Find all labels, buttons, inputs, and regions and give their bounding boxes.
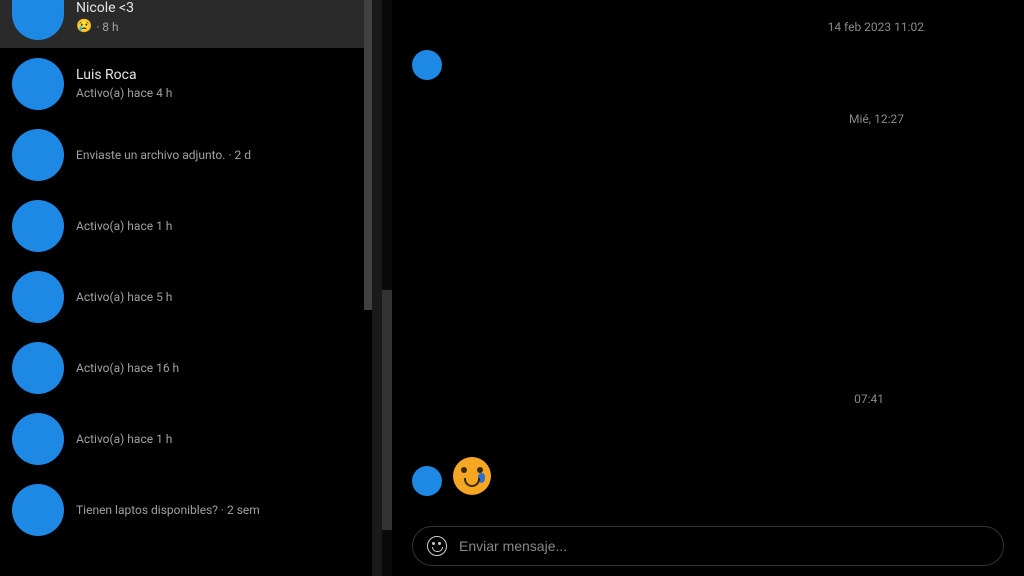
pane-divider [372, 0, 382, 576]
conversation-list-sidebar: Nicole <3 😢 · 8 h Luis Roca Activo(a) ha… [0, 0, 372, 576]
message-input-bar [412, 526, 1004, 566]
conversation-text: Nicole <3 😢 · 8 h [76, 0, 360, 34]
chat-area: 14 feb 2023 11:02 Mié, 12:27 07:41 [382, 0, 1024, 576]
conversation-preview: Enviaste un archivo adjunto. · 2 d [76, 148, 360, 162]
chat-messages: 14 feb 2023 11:02 Mié, 12:27 07:41 [382, 0, 1024, 518]
conversation-preview: Activo(a) hace 1 h [76, 219, 360, 233]
conversation-text: Enviaste un archivo adjunto. · 2 d [76, 148, 360, 162]
message-timestamp: 07:41 [412, 392, 984, 406]
message-timestamp: Mié, 12:27 [412, 112, 984, 126]
conversation-text: Activo(a) hace 5 h [76, 290, 360, 304]
avatar [12, 271, 64, 323]
conversation-name: Nicole <3 [76, 0, 360, 16]
conversation-text: Activo(a) hace 1 h [76, 432, 360, 446]
conversation-preview: Activo(a) hace 16 h [76, 361, 360, 375]
conversation-item[interactable]: Tienen laptos disponibles? · 2 sem [0, 474, 372, 545]
avatar [12, 342, 64, 394]
conversation-text: Tienen laptos disponibles? · 2 sem [76, 503, 360, 517]
conversation-text: Activo(a) hace 16 h [76, 361, 360, 375]
message-timestamp: 14 feb 2023 11:02 [412, 20, 984, 34]
emoji-picker-icon[interactable] [427, 536, 447, 556]
conversation-text: Activo(a) hace 1 h [76, 219, 360, 233]
conversation-name: Luis Roca [76, 67, 360, 83]
conversation-preview: 😢 · 8 h [76, 19, 360, 34]
conversation-preview: Activo(a) hace 5 h [76, 290, 360, 304]
avatar [12, 129, 64, 181]
conversation-item[interactable]: Activo(a) hace 16 h [0, 332, 372, 403]
sidebar-scrollbar[interactable] [364, 0, 372, 310]
message-avatar[interactable] [412, 50, 442, 80]
avatar [12, 484, 64, 536]
sad-emoji-icon: 😢 [76, 19, 92, 34]
message-avatar[interactable] [412, 466, 442, 496]
conversation-text: Luis Roca Activo(a) hace 4 h [76, 67, 360, 100]
message-row [412, 50, 984, 80]
conversation-preview: Activo(a) hace 1 h [76, 432, 360, 446]
conversation-item[interactable]: Enviaste un archivo adjunto. · 2 d [0, 119, 372, 190]
conversation-item[interactable]: Activo(a) hace 1 h [0, 190, 372, 261]
conversation-preview: Activo(a) hace 4 h [76, 86, 360, 100]
message-input[interactable] [459, 538, 989, 554]
avatar [12, 200, 64, 252]
conversation-item[interactable]: Nicole <3 😢 · 8 h [0, 0, 372, 48]
avatar [12, 0, 64, 40]
conversation-item[interactable]: Activo(a) hace 5 h [0, 261, 372, 332]
avatar [12, 413, 64, 465]
crying-face-emoji-icon [452, 456, 492, 496]
chat-scrollbar-track[interactable] [382, 0, 392, 576]
conversation-item[interactable]: Luis Roca Activo(a) hace 4 h [0, 48, 372, 119]
conversation-item[interactable]: Activo(a) hace 1 h [0, 403, 372, 474]
avatar [12, 58, 64, 110]
chat-scrollbar-thumb[interactable] [382, 290, 392, 530]
preview-time: · 8 h [96, 20, 118, 34]
conversation-preview: Tienen laptos disponibles? · 2 sem [76, 503, 360, 517]
message-row [412, 456, 984, 496]
